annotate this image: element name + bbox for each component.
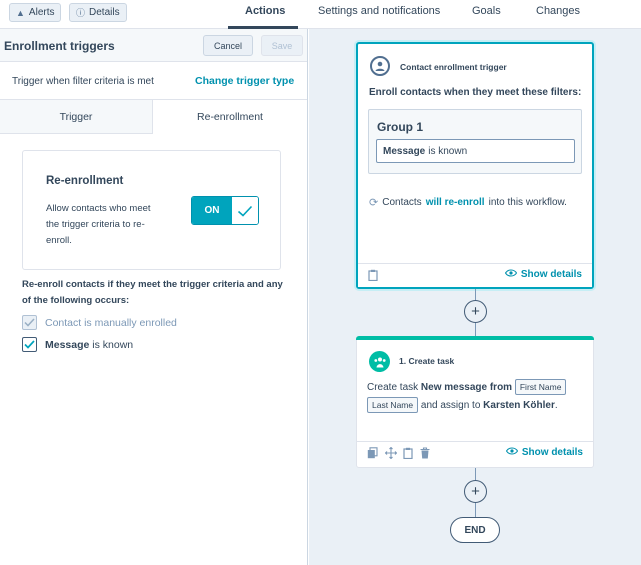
action-accent-bar	[356, 336, 594, 340]
move-icon[interactable]	[384, 446, 398, 462]
option-manually-enrolled[interactable]: Contact is manually enrolled	[22, 315, 177, 330]
subtab-re-enrollment[interactable]: Re-enrollment	[153, 100, 307, 134]
last-name-token: Last Name	[367, 397, 419, 413]
show-details-link[interactable]: Show details	[505, 447, 583, 458]
action-node-footer: Show details	[357, 441, 593, 465]
eye-icon	[504, 269, 518, 280]
trigger-subtabs: Trigger Re-enrollment	[0, 100, 307, 134]
toggle-on-label: ON	[192, 197, 232, 224]
trigger-node-footer: Show details	[358, 263, 592, 287]
show-details-label: Show details	[520, 269, 582, 280]
show-details-link[interactable]: Show details	[504, 269, 582, 280]
action-node-title: 1. Create task	[399, 356, 455, 366]
info-icon: ⓘ	[76, 8, 86, 18]
eye-icon	[505, 447, 519, 458]
trash-icon[interactable]	[420, 447, 430, 462]
re-enroll-prefix: Contacts	[382, 197, 422, 208]
end-node: END	[450, 517, 500, 543]
alerts-label: Alerts	[28, 7, 55, 18]
option-suffix: is known	[92, 338, 134, 351]
filter-group: Group 1 Message is known	[368, 109, 582, 174]
alerts-button[interactable]: ▲ Alerts	[9, 3, 62, 22]
tab-settings-and-notifications[interactable]: Settings and notifications	[318, 5, 440, 17]
subtab-trigger[interactable]: Trigger	[0, 100, 153, 134]
tab-goals[interactable]: Goals	[472, 5, 501, 17]
details-label: Details	[89, 7, 120, 18]
assign-text: and assign to	[420, 400, 481, 411]
tab-actions[interactable]: Actions	[245, 5, 285, 17]
filter-group-title: Group 1	[377, 120, 424, 134]
copy-icon[interactable]	[367, 447, 378, 462]
filter-condition: is known	[428, 145, 468, 157]
save-button[interactable]: Save	[261, 35, 303, 56]
re-enroll-suffix: into this workflow.	[488, 197, 567, 208]
action-node-body: Create task New message from First Name …	[367, 379, 582, 415]
tab-changes[interactable]: Changes	[536, 5, 580, 17]
checkbox-manually-enrolled[interactable]	[22, 315, 37, 330]
re-enroll-condition-text: Re-enroll contacts if they meet the trig…	[22, 279, 283, 306]
clipboard-icon[interactable]	[403, 447, 413, 462]
contact-icon	[370, 56, 390, 76]
enrollment-trigger-node[interactable]: Contact enrollment trigger Enroll contac…	[356, 42, 594, 289]
people-icon	[369, 351, 390, 372]
clipboard-icon[interactable]	[368, 269, 378, 284]
panel-header: Enrollment triggers Cancel Save	[0, 29, 307, 62]
task-name: New message from	[420, 382, 513, 393]
trigger-node-title: Contact enrollment trigger	[400, 62, 507, 72]
trigger-type-row: Trigger when filter criteria is met Chan…	[0, 62, 307, 100]
first-name-token: First Name	[514, 379, 567, 395]
option-message-known[interactable]: Message is known	[22, 337, 133, 352]
add-action-button[interactable]: +	[464, 300, 487, 323]
re-enroll-status: ⟳ Contacts will re-enroll into this work…	[369, 196, 567, 209]
filter-item[interactable]: Message is known	[376, 139, 575, 163]
add-action-button[interactable]: +	[464, 480, 487, 503]
filter-property: Message	[383, 145, 426, 157]
re-enrollment-description: Allow contacts who meet the trigger crit…	[46, 203, 151, 246]
trigger-type-text: Trigger when filter criteria is met	[12, 76, 154, 87]
refresh-icon: ⟳	[369, 197, 379, 209]
change-trigger-type-link[interactable]: Change trigger type	[195, 75, 294, 87]
warning-icon: ▲	[16, 7, 25, 18]
trigger-node-subtitle: Enroll contacts when they meet these fil…	[369, 87, 582, 98]
re-enrollment-card: Re-enrollment Allow contacts who meet th…	[22, 150, 281, 270]
option-label: Contact is manually enrolled	[45, 316, 177, 329]
panel-title: Enrollment triggers	[4, 39, 115, 53]
workflow-canvas: Contact enrollment trigger Enroll contac…	[309, 29, 641, 565]
re-enroll-highlight: will re-enroll	[425, 197, 485, 208]
details-button[interactable]: ⓘ Details	[69, 3, 127, 22]
top-bar: ▲ Alerts ⓘ Details Actions Settings and …	[0, 0, 641, 29]
checkbox-message-known[interactable]	[22, 337, 37, 352]
cancel-button[interactable]: Cancel	[203, 35, 253, 56]
option-label: Message is known	[45, 339, 133, 351]
option-property: Message	[45, 338, 90, 351]
body-prefix: Create task	[367, 382, 419, 393]
create-task-node[interactable]: 1. Create task Create task New message f…	[356, 336, 594, 468]
re-enrollment-toggle[interactable]: ON	[191, 196, 259, 225]
show-details-label: Show details	[521, 447, 583, 458]
assignee-name: Karsten Köhler	[483, 400, 555, 411]
re-enrollment-title: Re-enrollment	[46, 175, 124, 187]
enrollment-triggers-panel: Enrollment triggers Cancel Save Trigger …	[0, 29, 308, 565]
check-icon	[232, 197, 258, 224]
body-period: .	[554, 400, 558, 411]
